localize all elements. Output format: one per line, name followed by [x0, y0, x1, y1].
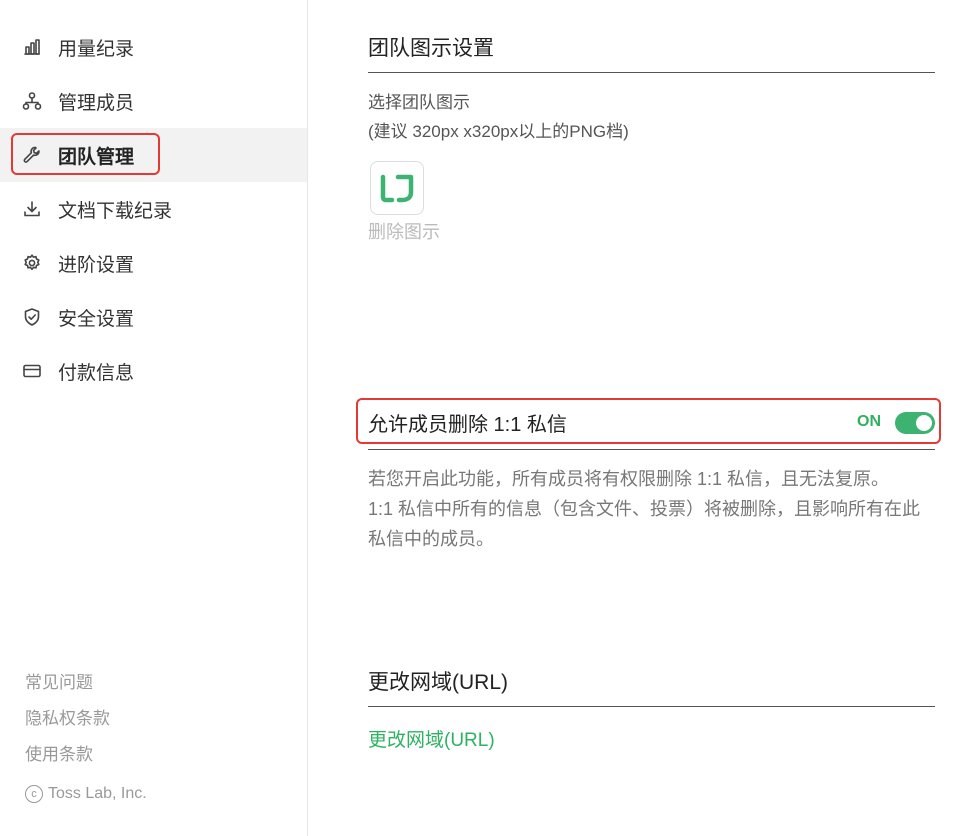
privacy-link[interactable]: 隐私权条款 [25, 706, 110, 742]
sidebar-footer: 常见问题 隐私权条款 使用条款 [25, 670, 110, 778]
team-logo-icon [380, 174, 414, 203]
dm-delete-description: 若您开启此功能，所有成员将有权限删除 1:1 私信，且无法复原。 1:1 私信中… [368, 464, 938, 554]
logo-size-hint: (建议 320px x320px以上的PNG档) [368, 122, 629, 141]
sidebar-item-payment-info[interactable]: 付款信息 [0, 344, 307, 398]
dm-delete-setting-row: 允许成员删除 1:1 私信 ON [356, 398, 941, 444]
delete-logo-button[interactable]: 删除图示 [368, 218, 440, 244]
org-chart-icon [20, 89, 44, 113]
sidebar-item-label: 管理成员 [58, 92, 135, 114]
sidebar-item-advanced-settings[interactable]: 进阶设置 [0, 236, 307, 290]
bar-chart-icon [20, 35, 44, 59]
sidebar-item-label: 进阶设置 [58, 254, 135, 276]
description-line: 1:1 私信中所有的信息（包含文件、投票）将被删除，且影响所有在此私信中的成员。 [368, 499, 921, 549]
credit-card-icon [20, 359, 44, 383]
sidebar-item-team-management[interactable]: 团队管理 [0, 128, 307, 182]
sidebar-item-label: 文档下载纪录 [58, 200, 173, 222]
team-logo-section-title: 团队图示设置 [368, 37, 494, 60]
faq-link[interactable]: 常见问题 [25, 670, 110, 706]
section-divider [368, 706, 935, 707]
sidebar-item-label: 付款信息 [58, 362, 135, 384]
sidebar: 用量纪录 管理成员 团队管理 文档下载纪录 进阶设置 安全设置 付款信息 常见问… [0, 0, 308, 836]
description-line: 若您开启此功能，所有成员将有权限删除 1:1 私信，且无法复原。 [368, 469, 890, 489]
dm-delete-toggle[interactable] [895, 412, 935, 434]
sidebar-item-label: 安全设置 [58, 308, 135, 330]
team-logo-preview[interactable] [370, 161, 424, 215]
select-logo-label: 选择团队图示 [368, 93, 470, 112]
sidebar-item-download-log[interactable]: 文档下载纪录 [0, 182, 307, 236]
section-divider [368, 449, 935, 450]
gear-icon [20, 251, 44, 275]
sidebar-item-label: 用量纪录 [58, 38, 135, 60]
toggle-state-label: ON [857, 413, 881, 430]
copyright-text: Toss Lab, Inc. [48, 785, 147, 802]
sidebar-item-usage[interactable]: 用量纪录 [0, 20, 307, 74]
section-divider [368, 72, 935, 73]
change-domain-link[interactable]: 更改网域(URL) [368, 725, 495, 752]
dm-delete-label: 允许成员删除 1:1 私信 [368, 414, 567, 436]
wrench-icon [20, 143, 44, 167]
main-content: 团队图示设置 选择团队图示 (建议 320px x320px以上的PNG档) 删… [308, 0, 957, 836]
sidebar-item-members[interactable]: 管理成员 [0, 74, 307, 128]
toggle-knob [916, 415, 932, 431]
copyright-icon: c [25, 785, 43, 803]
shield-check-icon [20, 305, 44, 329]
download-icon [20, 197, 44, 221]
terms-link[interactable]: 使用条款 [25, 742, 110, 778]
sidebar-item-security-settings[interactable]: 安全设置 [0, 290, 307, 344]
domain-section-title: 更改网域(URL) [368, 671, 508, 694]
copyright: c Toss Lab, Inc. [25, 785, 147, 803]
sidebar-nav: 用量纪录 管理成员 团队管理 文档下载纪录 进阶设置 安全设置 付款信息 [0, 20, 307, 398]
sidebar-item-label: 团队管理 [58, 146, 135, 168]
